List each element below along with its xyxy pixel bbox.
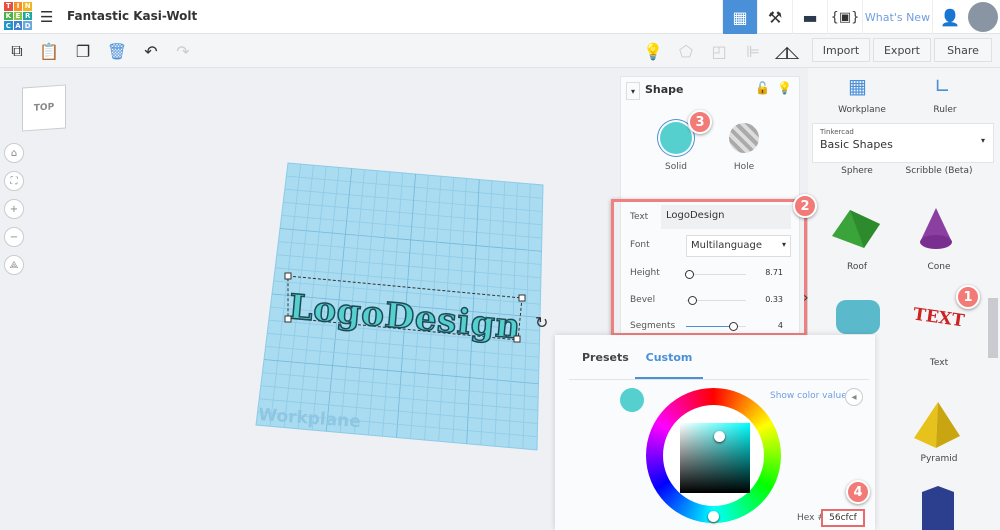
workplane-tool-icon[interactable]: ▦ (848, 74, 867, 98)
tab-custom[interactable]: Custom (635, 347, 703, 379)
sv-picker-knob[interactable] (714, 431, 725, 442)
ruler-label[interactable]: Ruler (910, 105, 980, 115)
step-badge-1: 1 (956, 285, 980, 309)
step-badge-4: 4 (846, 480, 870, 504)
library-name: Basic Shapes (820, 138, 893, 151)
roof-shape-icon[interactable] (830, 206, 882, 250)
pyramid-shape-icon[interactable] (912, 402, 962, 450)
solid-color-button[interactable] (660, 122, 692, 154)
current-color-swatch (620, 388, 644, 412)
panel-title: Shape (645, 83, 684, 96)
hole-label: Hole (733, 162, 755, 172)
expand-values-icon[interactable]: ◂ (845, 388, 863, 406)
text-shape-icon[interactable]: TEXT (912, 305, 966, 332)
sidebar-scrollbar[interactable] (988, 298, 998, 358)
step-badge-3: 3 (688, 110, 712, 134)
cone-shape-icon[interactable] (918, 208, 954, 252)
tab-divider (569, 379, 869, 380)
lightbulb-icon[interactable]: 💡 (777, 81, 792, 95)
shape-roof-label[interactable]: Roof (822, 262, 892, 272)
resize-handle[interactable] (513, 335, 521, 343)
collapse-icon[interactable]: ▾ (626, 82, 640, 100)
hue-picker-knob[interactable] (708, 511, 719, 522)
workplane-tool-label[interactable]: Workplane (827, 105, 897, 115)
library-owner: Tinkercad (820, 128, 854, 136)
shape-cone-label[interactable]: Cone (904, 262, 974, 272)
hole-button[interactable] (729, 123, 759, 153)
step-badge-2: 2 (793, 194, 817, 218)
color-picker-popup: Presets Custom Show color values ◂ Hex #… (555, 335, 875, 530)
solid-label: Solid (665, 162, 687, 172)
shape-scribble-label[interactable]: Scribble (Beta) (904, 166, 974, 176)
chevron-down-icon: ▾ (980, 136, 985, 145)
rotate-handle-icon[interactable]: ↻ (535, 313, 548, 332)
highlight-box (611, 199, 807, 336)
lock-icon[interactable]: 🔓 (755, 81, 770, 95)
show-color-values-link[interactable]: Show color values (770, 391, 851, 401)
ruler-icon[interactable]: ∟ (934, 74, 951, 98)
resize-handle[interactable] (284, 315, 292, 323)
cylinder-shape-icon[interactable] (836, 300, 880, 334)
tab-presets[interactable]: Presets (582, 351, 629, 364)
hex-input[interactable]: 56cfcf (821, 509, 865, 527)
resize-handle[interactable] (284, 272, 292, 280)
resize-handle[interactable] (518, 294, 526, 302)
hexagonal-prism-shape-icon[interactable] (918, 486, 958, 530)
shape-pyramid-label[interactable]: Pyramid (904, 454, 974, 464)
shape-text-label[interactable]: Text (904, 358, 974, 368)
shape-sphere-label[interactable]: Sphere (822, 166, 892, 176)
library-select[interactable]: Tinkercad Basic Shapes ▾ (812, 123, 994, 163)
